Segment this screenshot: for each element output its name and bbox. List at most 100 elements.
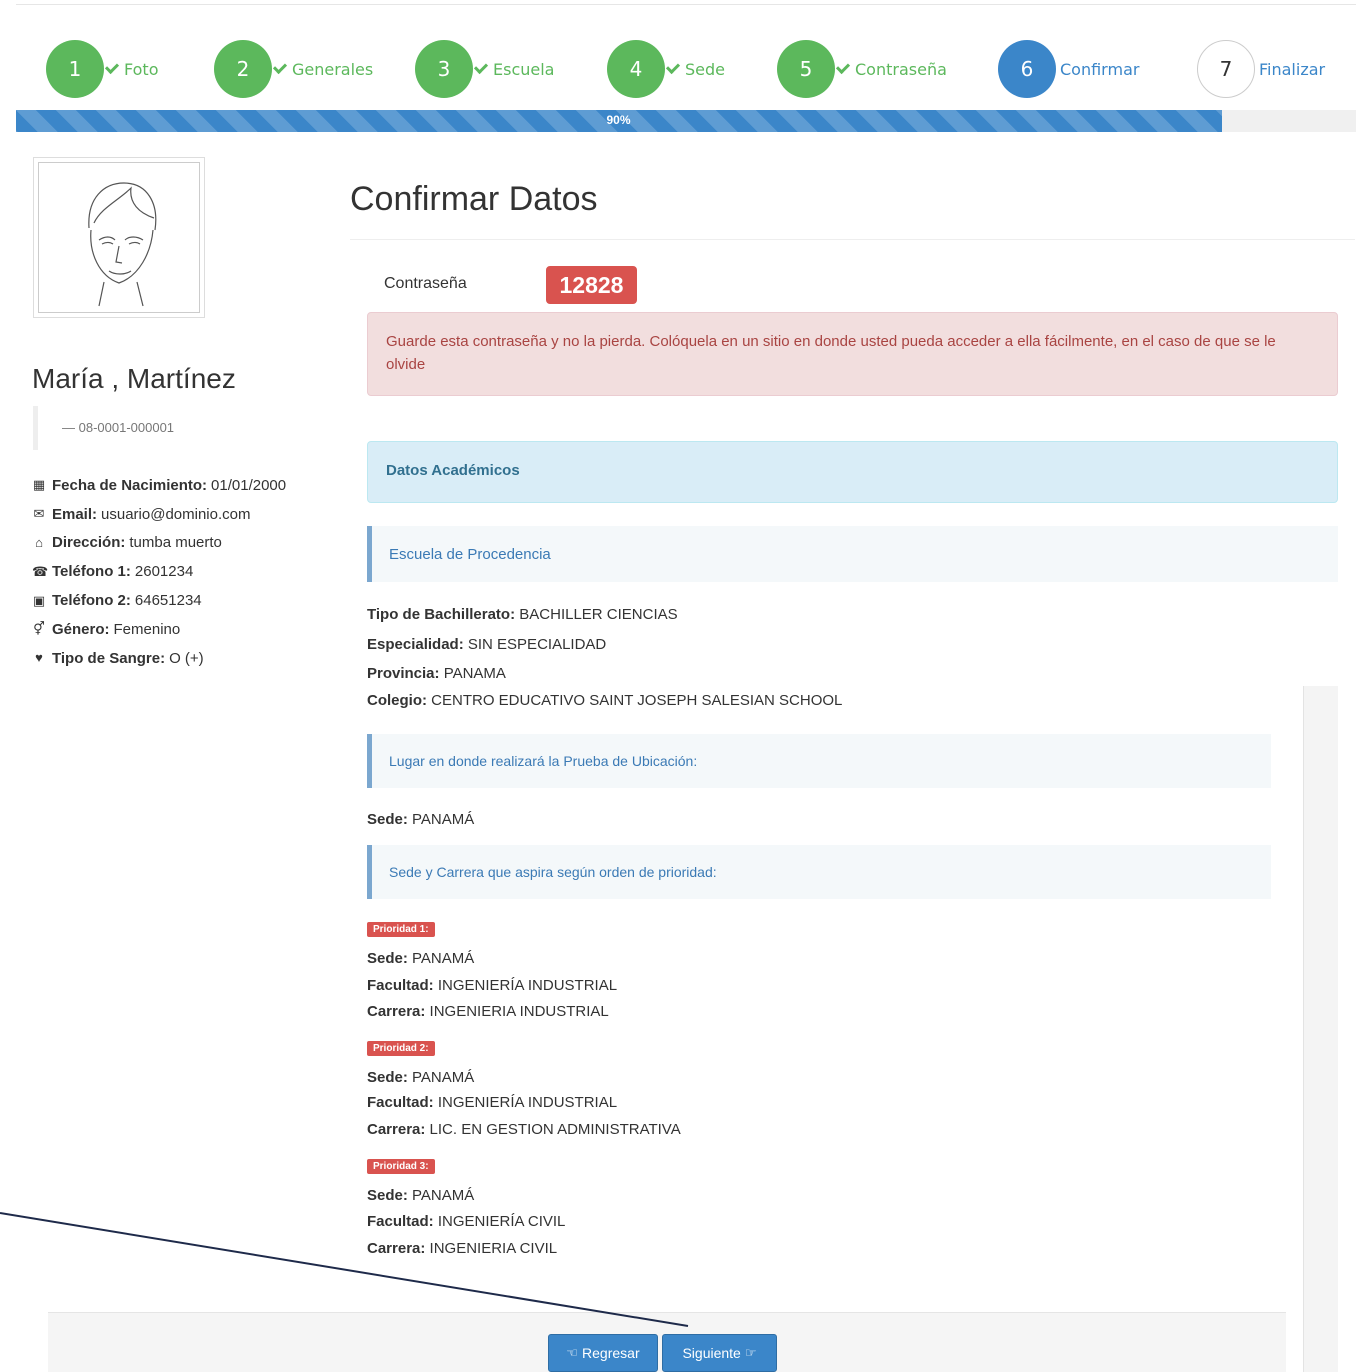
info-value: Femenino (113, 620, 181, 638)
progress-label: 90% (606, 113, 631, 127)
step-contrasena[interactable]: 5 Contraseña (777, 40, 947, 98)
step-label: Escuela (493, 59, 555, 79)
school-type-line: Tipo de Bachillerato: BACHILLER CIENCIAS (367, 606, 678, 623)
check-icon (104, 59, 120, 75)
field-value: INGENIERIA CIVIL (429, 1240, 558, 1257)
profile-photo (33, 157, 205, 318)
priority-badge: Prioridad 1: (367, 922, 435, 937)
school-origin-callout: Escuela de Procedencia (367, 526, 1338, 582)
callout-text: Lugar en donde realizará la Prueba de Ub… (389, 753, 698, 769)
field-value: INGENIERÍA INDUSTRIAL (437, 977, 618, 994)
field-value: INGENIERÍA INDUSTRIAL (437, 1094, 618, 1111)
step-number: 4 (607, 40, 665, 98)
field-label: Carrera: (367, 1240, 426, 1257)
step-label: Finalizar (1259, 59, 1326, 79)
gender-icon: ⚥ (33, 621, 45, 637)
callout-text: Sede y Carrera que aspira según orden de… (389, 864, 717, 880)
field-value: CENTRO EDUCATIVO SAINT JOSEPH SALESIAN S… (431, 692, 843, 709)
field-label: Facultad: (367, 977, 434, 994)
field-value: PANAMÁ (412, 811, 475, 828)
face-sketch-icon (88, 181, 157, 306)
field-value: INGENIERIA INDUSTRIAL (429, 1003, 609, 1020)
field-label: Carrera: (367, 1003, 426, 1020)
field-value: PANAMÁ (412, 950, 475, 967)
priority-carrera-line: Carrera: INGENIERIA INDUSTRIAL (367, 1003, 609, 1020)
step-sede[interactable]: 4 Sede (607, 40, 725, 98)
priority-facultad-line: Facultad: INGENIERÍA INDUSTRIAL (367, 1094, 617, 1111)
hand-left-icon: ☜ (566, 1345, 579, 1360)
field-value: LIC. EN GESTION ADMINISTRATIVA (429, 1121, 681, 1138)
step-finalizar[interactable]: 7 Finalizar (1197, 40, 1325, 98)
info-row-phone2: ▣ Teléfono 2: 64651234 (32, 586, 286, 615)
priority-sede-line: Sede: PANAMÁ (367, 1187, 474, 1204)
field-label: Facultad: (367, 1094, 434, 1111)
field-label: Sede: (367, 1069, 408, 1086)
hand-right-icon: ☞ (744, 1345, 757, 1360)
heart-icon: ♥ (35, 650, 43, 666)
field-label: Sede: (367, 811, 408, 828)
field-label: Provincia: (367, 665, 440, 682)
phone-square-icon: ▣ (32, 592, 46, 608)
back-button-label: Regresar (582, 1345, 640, 1361)
specialty-line: Especialidad: SIN ESPECIALIDAD (367, 636, 606, 653)
page-title: Confirmar Datos (350, 180, 598, 218)
info-label: Fecha de Nacimiento: (52, 476, 208, 494)
info-row-blood: ♥ Tipo de Sangre: O (+) (32, 644, 286, 673)
step-generales[interactable]: 2 Generales (214, 40, 373, 98)
step-foto[interactable]: 1 Foto (46, 40, 158, 98)
province-line: Provincia: PANAMA (367, 665, 506, 682)
next-button[interactable]: Siguiente ☞ (662, 1334, 777, 1372)
priority-callout: Sede y Carrera que aspira según orden de… (367, 845, 1271, 899)
progress-bar: 90% (16, 110, 1356, 132)
academic-header-text: Datos Académicos (386, 462, 520, 479)
phone-icon: ☎ (32, 563, 49, 579)
field-value: PANAMÁ (412, 1187, 475, 1204)
test-place-line: Sede: PANAMÁ (367, 811, 474, 828)
step-label: Confirmar (1060, 59, 1140, 79)
password-badge: 12828 (546, 266, 637, 304)
step-label: Contraseña (855, 59, 947, 79)
step-number: 1 (46, 40, 104, 98)
vertical-scrollbar[interactable] (1303, 686, 1338, 1372)
priority-carrera-line: Carrera: INGENIERIA CIVIL (367, 1240, 557, 1257)
profile-info: ▦ Fecha de Nacimiento: 01/01/2000 ✉ Email… (32, 471, 286, 673)
step-number: 6 (998, 40, 1056, 98)
field-label: Facultad: (367, 1213, 434, 1230)
step-escuela[interactable]: 3 Escuela (415, 40, 554, 98)
step-label: Generales (292, 59, 374, 79)
info-value: tumba muerto (129, 534, 222, 552)
priority-sede-line: Sede: PANAMÁ (367, 1069, 474, 1086)
back-button[interactable]: ☜ Regresar (548, 1334, 658, 1372)
info-label: Dirección: (52, 534, 126, 552)
priority-badge: Prioridad 3: (367, 1159, 435, 1174)
school-line: Colegio: CENTRO EDUCATIVO SAINT JOSEPH S… (367, 692, 842, 709)
check-icon (835, 59, 851, 75)
step-number: 7 (1197, 40, 1255, 98)
profile-id-text: — 08-0001-000001 (62, 420, 175, 435)
info-value: usuario@dominio.com (101, 505, 251, 523)
info-value: 64651234 (134, 592, 202, 610)
check-icon (665, 59, 681, 75)
info-row-gender: ⚥ Género: Femenino (32, 615, 286, 644)
title-divider (350, 239, 1355, 240)
step-number: 5 (777, 40, 835, 98)
step-label: Sede (685, 59, 725, 79)
step-number: 3 (415, 40, 473, 98)
field-label: Especialidad: (367, 636, 464, 653)
field-label: Carrera: (367, 1121, 426, 1138)
info-label: Teléfono 2: (52, 592, 131, 610)
profile-name: María , Martínez (32, 363, 236, 394)
field-label: Colegio: (367, 692, 427, 709)
top-divider (16, 4, 1356, 5)
info-row-email: ✉ Email: usuario@dominio.com (32, 500, 286, 529)
field-value: PANAMÁ (412, 1069, 475, 1086)
annotation-pointer-line (0, 1212, 689, 1327)
step-confirmar[interactable]: 6 Confirmar (998, 40, 1139, 98)
field-value: SIN ESPECIALIDAD (467, 636, 607, 653)
priority-facultad-line: Facultad: INGENIERÍA INDUSTRIAL (367, 977, 617, 994)
info-label: Tipo de Sangre: (52, 649, 166, 667)
step-number: 2 (214, 40, 272, 98)
callout-text: Escuela de Procedencia (389, 545, 551, 563)
priority-sede-line: Sede: PANAMÁ (367, 950, 474, 967)
info-row-address: ⌂ Dirección: tumba muerto (32, 529, 286, 558)
